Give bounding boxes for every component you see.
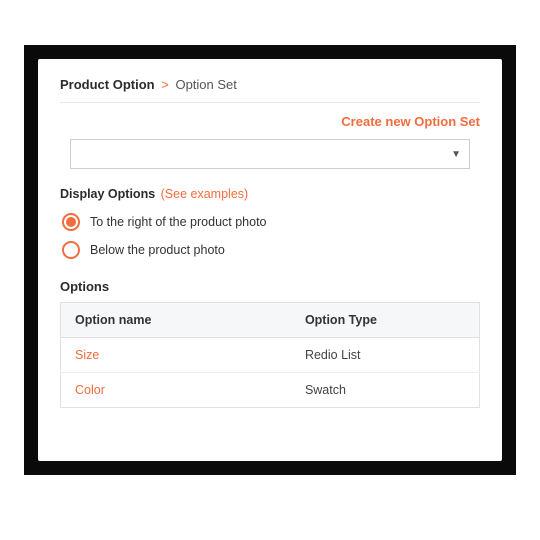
- display-option-right[interactable]: To the right of the product photo: [62, 213, 480, 231]
- option-type-cell: Redio List: [291, 338, 480, 373]
- table-row: Color Swatch: [61, 373, 480, 408]
- option-set-panel: Product Option > Option Set Create new O…: [38, 59, 502, 461]
- radio-icon: [62, 213, 80, 231]
- breadcrumb-separator: >: [161, 77, 169, 92]
- option-set-select[interactable]: ▼: [70, 139, 470, 169]
- table-header-row: Option name Option Type: [61, 303, 480, 338]
- options-table: Option name Option Type Size Redio List …: [60, 302, 480, 408]
- see-examples-link[interactable]: (See examples): [161, 187, 249, 201]
- radio-icon: [62, 241, 80, 259]
- option-name-link[interactable]: Color: [61, 373, 291, 408]
- display-options-group: To the right of the product photo Below …: [62, 213, 480, 259]
- radio-label: To the right of the product photo: [90, 215, 267, 229]
- col-option-type: Option Type: [291, 303, 480, 338]
- breadcrumb: Product Option > Option Set: [60, 77, 480, 103]
- chevron-down-icon: ▼: [451, 149, 461, 160]
- display-option-below[interactable]: Below the product photo: [62, 241, 480, 259]
- table-row: Size Redio List: [61, 338, 480, 373]
- radio-label: Below the product photo: [90, 243, 225, 257]
- display-options-label: Display Options (See examples): [60, 187, 480, 201]
- breadcrumb-root[interactable]: Product Option: [60, 77, 155, 92]
- option-name-link[interactable]: Size: [61, 338, 291, 373]
- breadcrumb-current: Option Set: [175, 77, 236, 92]
- col-option-name: Option name: [61, 303, 291, 338]
- option-type-cell: Swatch: [291, 373, 480, 408]
- create-option-set-link[interactable]: Create new Option Set: [341, 114, 480, 129]
- options-heading: Options: [60, 279, 480, 294]
